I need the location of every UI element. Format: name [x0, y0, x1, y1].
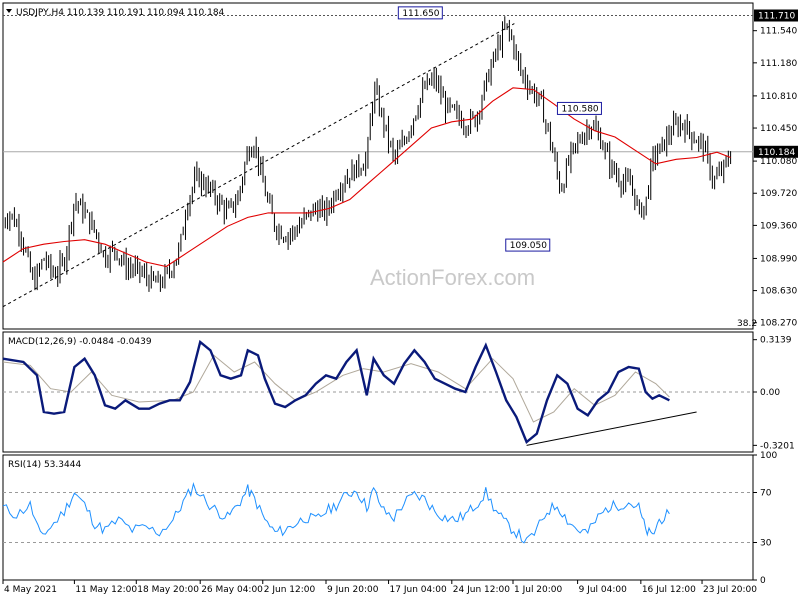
watermark: ActionForex.com [370, 265, 535, 290]
xtick-label: 9 Jul 04:00 [579, 585, 628, 595]
price-ytick-label: 109.360 [760, 221, 797, 231]
chart-window: 111.650 110.580 109.050 111.540 111.180 110.… [0, 0, 800, 600]
xtick-label: 17 Jun 04:00 [390, 585, 447, 595]
price-ytick-label: 110.810 [760, 92, 797, 102]
xtick-label: 4 May 2021 [4, 585, 57, 595]
xtick-label: 18 May 20:00 [137, 585, 199, 595]
price-annotation-label: 109.050 [510, 241, 547, 251]
rsi-ytick-label: 70 [760, 489, 772, 499]
price-ytick-label: 109.720 [760, 189, 797, 199]
chart-svg: 111.650 110.580 109.050 111.540 111.180 110.… [2, 2, 798, 595]
xtick-label: 1 Jul 20:00 [514, 585, 563, 595]
macd-trend-line [526, 411, 697, 446]
macd-ytick-label: -0.3201 [760, 441, 795, 451]
price-ytick-label: 111.180 [760, 59, 797, 69]
fib-label: 38.2 [737, 319, 757, 329]
xtick-label: 11 May 12:00 [75, 585, 137, 595]
rsi-ytick-label: 0 [760, 576, 766, 586]
rsi-panel-frame [2, 454, 754, 581]
xtick-label: 23 Jul 20:00 [703, 585, 757, 595]
xtick-label: 16 Jul 12:00 [642, 585, 696, 595]
price-annotation-label: 110.580 [561, 104, 598, 114]
price-annotation-label: 111.650 [402, 9, 439, 19]
last-price-label: 110.184 [758, 148, 795, 158]
collapse-arrow-icon[interactable] [6, 9, 12, 13]
rsi-ytick-label: 100 [760, 451, 777, 461]
macd-title: MACD(12,26,9) -0.0484 -0.0439 [8, 337, 152, 347]
rsi-ytick-label: 30 [760, 539, 772, 549]
rsi-title: RSI(14) 53.3444 [8, 460, 81, 470]
macd-ytick-label: 0.3139 [760, 336, 792, 346]
price-ytick-label: 110.080 [760, 157, 797, 167]
price-ytick-label: 108.270 [760, 319, 797, 329]
price-ytick-label: 111.540 [760, 27, 797, 37]
price-ytick-label: 108.990 [760, 254, 797, 264]
price-ytick-label: 110.450 [760, 124, 797, 134]
price-title: USDJPY,H4 110.139 110.191 110.094 110.18… [16, 8, 225, 18]
moving-average-line [2, 87, 731, 268]
high-level-label: 111.710 [758, 12, 795, 22]
price-ytick-label: 108.630 [760, 287, 797, 297]
macd-ytick-label: 0.00 [760, 388, 780, 398]
xtick-label: 9 Jun 20:00 [327, 585, 379, 595]
xtick-label: 2 Jun 12:00 [264, 585, 316, 595]
xtick-label: 24 Jun 12:00 [453, 585, 510, 595]
xtick-label: 26 May 04:00 [201, 585, 263, 595]
